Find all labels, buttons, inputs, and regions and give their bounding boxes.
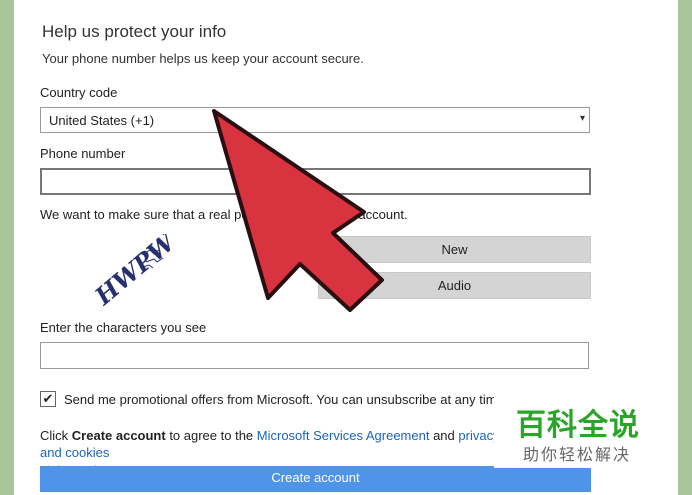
watermark-title: 百科全说	[516, 408, 640, 443]
watermark-subtitle: 助你轻松解决	[523, 445, 632, 464]
